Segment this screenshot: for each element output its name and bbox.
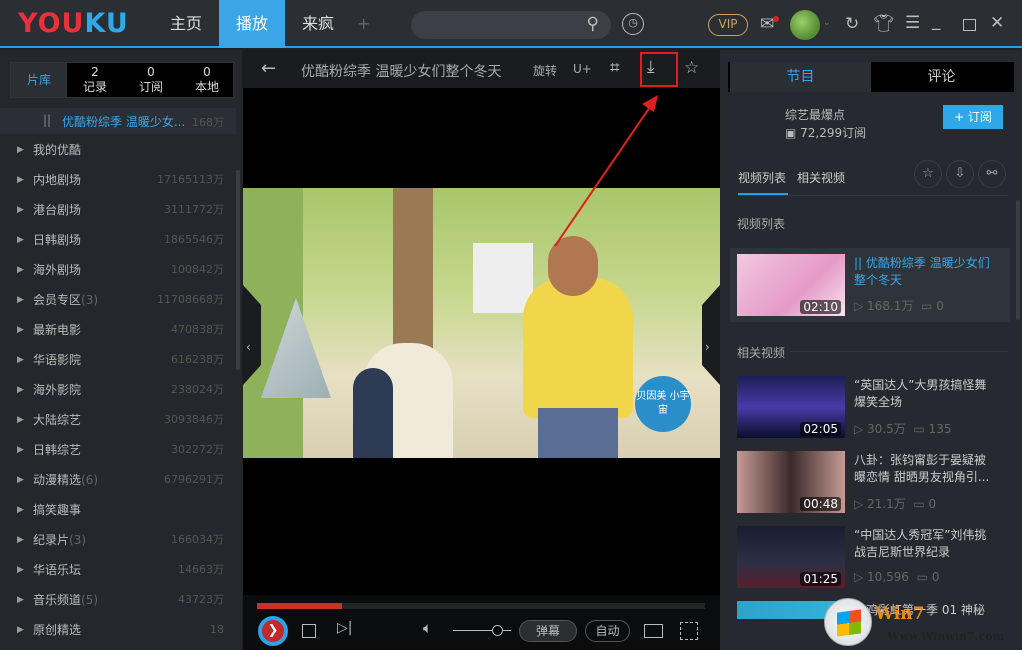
arrow-line bbox=[554, 103, 653, 247]
annotation-arrow bbox=[554, 95, 658, 247]
arrow-head bbox=[642, 95, 658, 112]
